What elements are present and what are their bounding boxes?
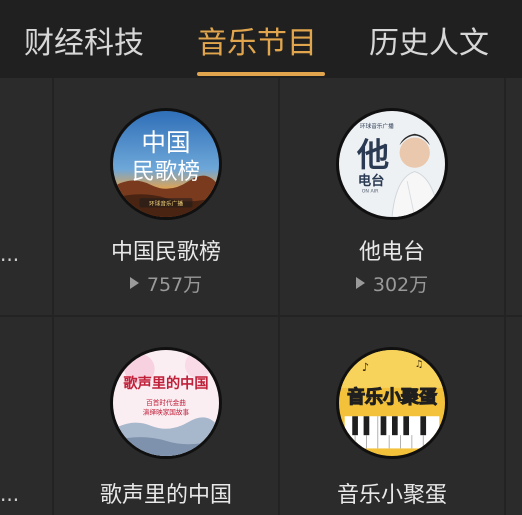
tab-music-programs[interactable]: 音乐节目 xyxy=(197,18,317,70)
svg-text:♪: ♪ xyxy=(362,360,369,374)
program-title[interactable]: 音乐小聚蛋 xyxy=(279,477,505,509)
play-count: 302万 xyxy=(279,270,505,297)
category-tab-bar: 财经科技 音乐节目 历史人文 xyxy=(0,0,522,78)
program-card-china-folk-chart[interactable]: 中国 民歌榜 环球音乐广播 中国民歌榜 757万 xyxy=(53,78,279,315)
program-title[interactable]: 中国民歌榜 xyxy=(53,234,279,266)
program-cover[interactable]: 歌声里的中国 百首时代金曲 演绎映家国故事 xyxy=(110,347,222,459)
partial-card-ellipsis[interactable]: ... xyxy=(0,242,19,266)
program-title[interactable]: 他电台 xyxy=(279,234,505,266)
cover-art-his-radio: 他 电台 ON AIR 环球音乐广播 xyxy=(339,111,445,217)
tab-finance-tech[interactable]: 财经科技 xyxy=(24,18,144,70)
svg-text:♫: ♫ xyxy=(415,359,423,370)
play-count-icon xyxy=(355,277,365,289)
tab-history-culture[interactable]: 历史人文 xyxy=(369,18,489,70)
svg-text:民歌榜: 民歌榜 xyxy=(132,159,200,185)
cover-art-china-in-songs: 歌声里的中国 百首时代金曲 演绎映家国故事 xyxy=(113,350,219,456)
program-title[interactable]: 歌声里的中国 xyxy=(53,477,279,509)
program-grid: ... ... 中国 民歌榜 环球音乐广播 中国民歌榜 757万 他 电台 ON… xyxy=(0,78,522,515)
play-count-value: 302万 xyxy=(372,274,429,296)
svg-text:电台: 电台 xyxy=(358,172,385,189)
svg-text:百首时代金曲: 百首时代金曲 xyxy=(146,398,186,407)
svg-text:环球音乐广播: 环球音乐广播 xyxy=(149,200,183,208)
svg-text:环球音乐广播: 环球音乐广播 xyxy=(360,122,394,130)
program-cover[interactable]: 他 电台 ON AIR 环球音乐广播 xyxy=(336,108,448,220)
svg-text:歌声里的中国: 歌声里的中国 xyxy=(123,375,208,392)
svg-text:中国: 中国 xyxy=(141,128,190,157)
program-cover[interactable]: 中国 民歌榜 环球音乐广播 xyxy=(110,108,222,220)
cover-art-music-gathering: ♪ ♫ 音乐小聚蛋 xyxy=(339,350,445,456)
play-count-value: 757万 xyxy=(146,274,203,296)
program-card-his-radio[interactable]: 他 电台 ON AIR 环球音乐广播 他电台 302万 xyxy=(279,78,505,315)
program-card-music-gathering[interactable]: ♪ ♫ 音乐小聚蛋 音乐小聚蛋 xyxy=(279,317,505,515)
active-tab-indicator xyxy=(197,72,325,76)
svg-text:演绎映家国故事: 演绎映家国故事 xyxy=(143,407,190,416)
svg-text:他: 他 xyxy=(356,136,389,174)
play-count: 757万 xyxy=(53,270,279,297)
cover-art-china-folk: 中国 民歌榜 环球音乐广播 xyxy=(113,111,219,217)
program-cover[interactable]: ♪ ♫ 音乐小聚蛋 xyxy=(336,347,448,459)
screen: 财经科技 音乐节目 历史人文 ... ... 中国 民歌榜 环球音乐广播 中国民… xyxy=(0,0,522,515)
svg-text:ON AIR: ON AIR xyxy=(362,188,379,194)
program-card-china-in-songs[interactable]: 歌声里的中国 百首时代金曲 演绎映家国故事 歌声里的中国 xyxy=(53,317,279,515)
play-count-icon xyxy=(129,277,139,289)
svg-text:音乐小聚蛋: 音乐小聚蛋 xyxy=(347,386,437,408)
partial-card-ellipsis[interactable]: ... xyxy=(0,482,19,506)
